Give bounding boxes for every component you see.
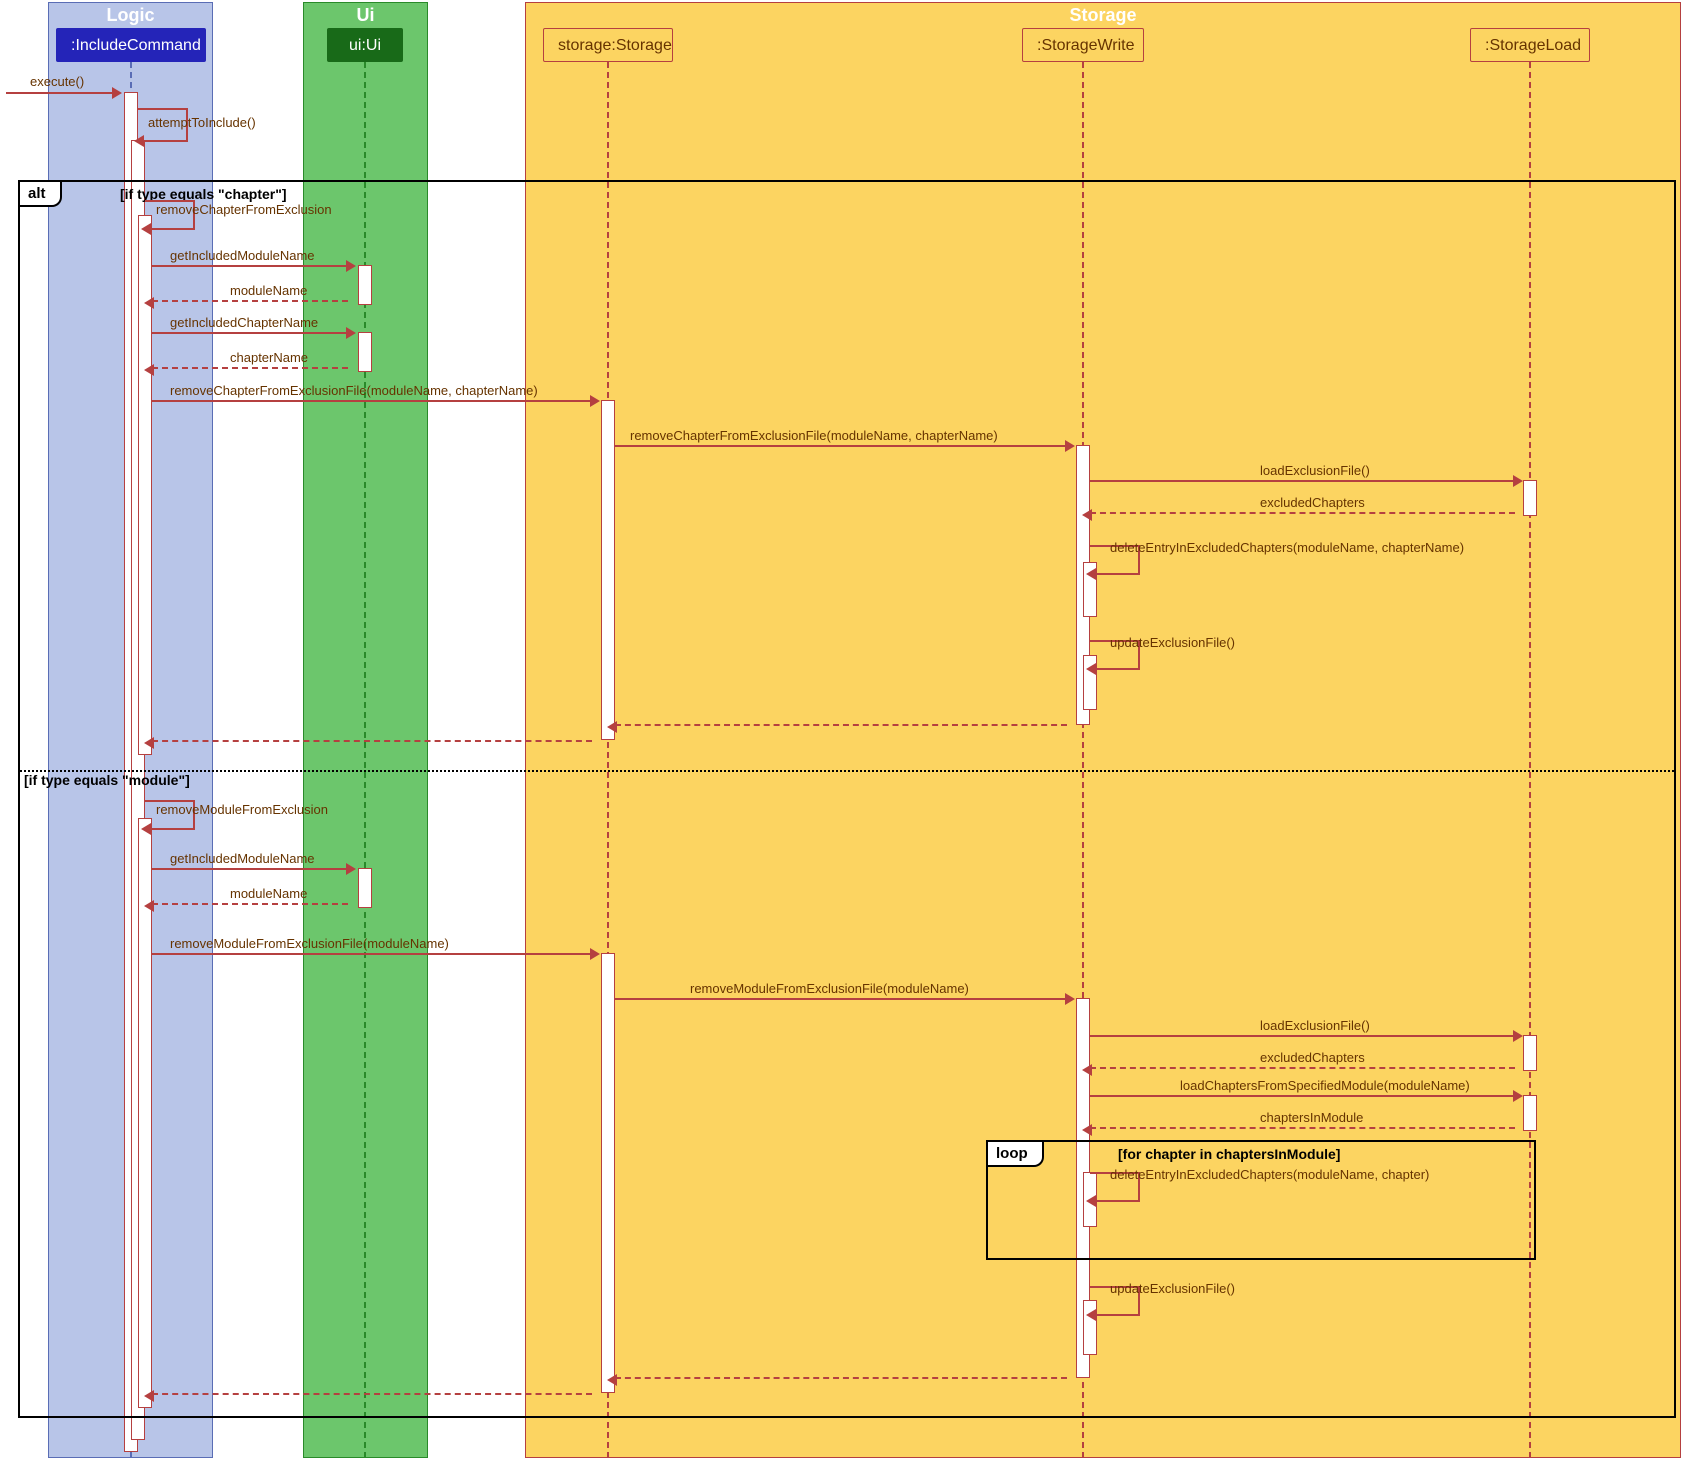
msg-deleteentry-loop-label: deleteEntryInExcludedChapters(moduleName… bbox=[1110, 1167, 1429, 1182]
msg-modulename-return-2 bbox=[152, 903, 348, 905]
msg-removemodulefile-1-label: removeModuleFromExclusionFile(moduleName… bbox=[170, 936, 449, 951]
msg-excludedchapters-1-label: excludedChapters bbox=[1260, 495, 1365, 510]
msg-execute-label: execute() bbox=[30, 74, 84, 89]
msg-excludedchapters-2-label: excludedChapters bbox=[1260, 1050, 1365, 1065]
msg-return-sto-inc-2 bbox=[152, 1393, 592, 1395]
msg-removemodulefile-2 bbox=[615, 998, 1067, 1000]
participant-storage: storage:Storage bbox=[543, 28, 673, 62]
msg-loadexclusion-2 bbox=[1090, 1035, 1515, 1037]
participant-storageload: :StorageLoad bbox=[1470, 28, 1590, 62]
msg-return-sw-sto-2 bbox=[615, 1377, 1067, 1379]
frame-loop-title: loop bbox=[988, 1142, 1044, 1167]
msg-removemodulefile-1 bbox=[152, 953, 592, 955]
msg-removechapterfile-1 bbox=[152, 400, 592, 402]
msg-getincludedmodulename-2-label: getIncludedModuleName bbox=[170, 851, 315, 866]
msg-getincludedchaptername-label: getIncludedChapterName bbox=[170, 315, 318, 330]
msg-getincludedmodulename-2 bbox=[152, 868, 348, 870]
msg-excludedchapters-2 bbox=[1090, 1067, 1515, 1069]
msg-deleteentry-1-label: deleteEntryInExcludedChapters(moduleName… bbox=[1110, 540, 1464, 555]
participant-ui: ui:Ui bbox=[327, 28, 403, 62]
msg-excludedchapters-1 bbox=[1090, 512, 1515, 514]
group-ui-title: Ui bbox=[304, 5, 427, 26]
sequence-diagram: Logic Ui Storage :IncludeCommand ui:Ui s… bbox=[0, 0, 1683, 1458]
msg-return-sw-sto-1 bbox=[615, 724, 1067, 726]
msg-updateexclusion-1-label: updateExclusionFile() bbox=[1110, 635, 1235, 650]
msg-removechapterfromexclusion-label: removeChapterFromExclusion bbox=[156, 202, 332, 217]
msg-chaptersinmodule-label: chaptersInModule bbox=[1260, 1110, 1363, 1125]
msg-chaptername-label: chapterName bbox=[230, 350, 308, 365]
msg-removechapterfile-1-label: removeChapterFromExclusionFile(moduleNam… bbox=[170, 383, 538, 398]
msg-updateexclusion-2-label: updateExclusionFile() bbox=[1110, 1281, 1235, 1296]
frame-alt-title: alt bbox=[20, 182, 62, 207]
msg-modulename-return bbox=[152, 300, 348, 302]
frame-loop-cond: [for chapter in chaptersInModule] bbox=[1118, 1146, 1340, 1162]
msg-return-sto-inc-1 bbox=[152, 740, 592, 742]
msg-removemodulefromexclusion-label: removeModuleFromExclusion bbox=[156, 802, 328, 817]
msg-getincludedmodulename-label: getIncludedModuleName bbox=[170, 248, 315, 263]
msg-removechapterfile-2-label: removeChapterFromExclusionFile(moduleNam… bbox=[630, 428, 998, 443]
group-storage-title: Storage bbox=[526, 5, 1680, 26]
msg-loadchapters bbox=[1090, 1095, 1515, 1097]
msg-execute bbox=[6, 92, 114, 94]
msg-loadchapters-label: loadChaptersFromSpecifiedModule(moduleNa… bbox=[1180, 1078, 1470, 1093]
msg-loadexclusion-1 bbox=[1090, 480, 1515, 482]
msg-removemodulefile-2-label: removeModuleFromExclusionFile(moduleName… bbox=[690, 981, 969, 996]
frame-loop: loop [for chapter in chaptersInModule] bbox=[986, 1140, 1536, 1260]
frame-alt-divider bbox=[20, 770, 1674, 772]
msg-getincludedchaptername bbox=[152, 332, 348, 334]
msg-loadexclusion-2-label: loadExclusionFile() bbox=[1260, 1018, 1370, 1033]
msg-modulename-label: moduleName bbox=[230, 283, 307, 298]
frame-alt-cond2: [if type equals "module"] bbox=[24, 772, 190, 788]
msg-getincludedmodulename bbox=[152, 265, 348, 267]
msg-attempttoinclude-label: attemptToInclude() bbox=[148, 115, 256, 130]
msg-chaptersinmodule bbox=[1090, 1127, 1515, 1129]
participant-includecommand: :IncludeCommand bbox=[56, 28, 206, 62]
msg-removechapterfile-2 bbox=[615, 445, 1067, 447]
participant-storagewrite: :StorageWrite bbox=[1022, 28, 1144, 62]
msg-modulename-2-label: moduleName bbox=[230, 886, 307, 901]
msg-loadexclusion-1-label: loadExclusionFile() bbox=[1260, 463, 1370, 478]
msg-chaptername-return bbox=[152, 367, 348, 369]
group-logic-title: Logic bbox=[49, 5, 212, 26]
